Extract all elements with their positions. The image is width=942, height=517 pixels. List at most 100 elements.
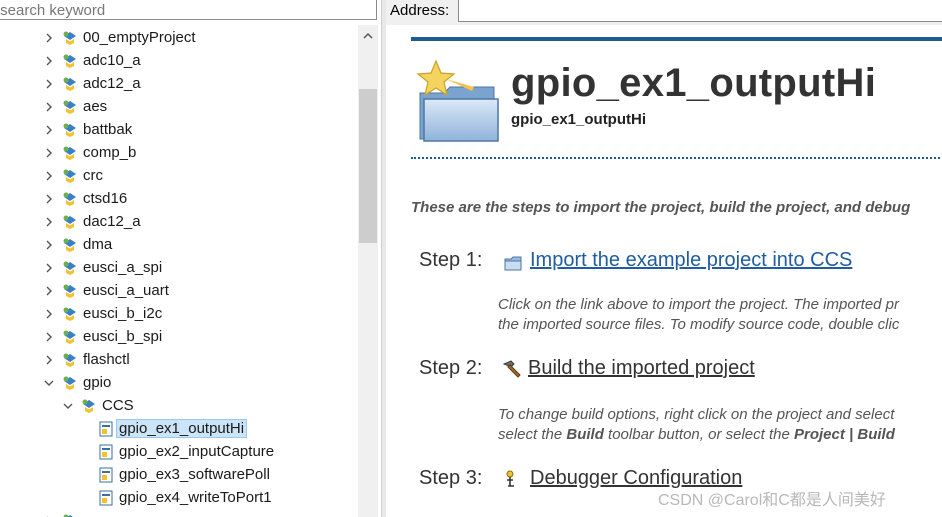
tree-item-label: gpio_ex4_writeToPort1	[119, 489, 272, 506]
tree-item-adc12-a[interactable]: adc12_a	[42, 72, 141, 95]
tree-item-aes[interactable]: aes	[42, 95, 107, 118]
search-input[interactable]	[0, 0, 380, 21]
project-icon	[63, 77, 76, 91]
search-box[interactable]	[0, 0, 380, 21]
tree-item-label: comp_b	[83, 144, 137, 161]
tree-item-label: eusci_b_i2c	[83, 305, 163, 322]
tree-item-dac12-a[interactable]: dac12_a	[42, 210, 141, 233]
chevron-right-icon[interactable]	[42, 123, 56, 137]
tree-item-label: eusci_a_spi	[83, 259, 163, 276]
chevron-right-icon[interactable]	[42, 100, 56, 114]
tree-item-comp-b[interactable]: comp_b	[42, 141, 136, 164]
tree-item-label: crc	[83, 167, 103, 184]
tree-item-partial[interactable]	[42, 509, 83, 517]
chevron-right-icon[interactable]	[42, 169, 56, 183]
tree-item-flashctl[interactable]: flashctl	[42, 348, 130, 371]
step-1-desc-line-1: Click on the link above to import the pr…	[498, 296, 900, 313]
tree-scrollbar[interactable]	[358, 25, 378, 517]
project-icon	[63, 238, 76, 252]
debugger-icon	[506, 470, 514, 487]
tree-item-eusci-b-spi[interactable]: eusci_b_spi	[42, 325, 162, 348]
project-icon	[63, 330, 76, 344]
tree-item-label: dac12_a	[83, 213, 141, 230]
step-3-label: Step 3:	[419, 467, 483, 489]
project-icon	[63, 514, 74, 517]
chevron-right-icon[interactable]	[42, 77, 56, 91]
address-label: Address:	[390, 2, 450, 19]
chevron-right-icon[interactable]	[42, 192, 56, 206]
project-icon	[63, 169, 76, 183]
tree-item-label: battbak	[83, 121, 133, 138]
chevron-right-icon[interactable]	[42, 514, 56, 517]
tree-item-00-emptyproject[interactable]: 00_emptyProject	[42, 26, 196, 49]
tree-item-label: adc10_a	[83, 52, 141, 69]
intro-text: These are the steps to import the projec…	[411, 199, 911, 216]
tree-file-gpio-ex4[interactable]: gpio_ex4_writeToPort1	[99, 486, 272, 509]
import-project-icon	[504, 256, 522, 271]
chevron-down-icon[interactable]	[61, 399, 75, 413]
project-icon	[63, 284, 76, 298]
scrollbar-thumb[interactable]	[359, 89, 377, 243]
import-project-link[interactable]: Import the example project into CCS	[530, 249, 852, 272]
chevron-down-icon[interactable]	[42, 376, 56, 390]
chevron-right-icon[interactable]	[42, 353, 56, 367]
chevron-right-icon[interactable]	[42, 261, 56, 275]
project-icon	[63, 31, 76, 45]
project-explorer-pane: 00_emptyProject adc10_a adc12_a aes batt…	[0, 0, 381, 517]
chevron-right-icon[interactable]	[42, 307, 56, 321]
project-icon	[63, 146, 76, 160]
project-icon	[63, 100, 76, 114]
chevron-right-icon[interactable]	[42, 31, 56, 45]
tree-item-label: eusci_a_uart	[83, 282, 169, 299]
example-file-icon	[99, 467, 113, 482]
tree-file-gpio-ex3[interactable]: gpio_ex3_softwarePoll	[99, 463, 270, 486]
tree-file-gpio-ex1[interactable]: gpio_ex1_outputHi	[99, 417, 248, 440]
page-title: gpio_ex1_outputHi	[511, 61, 877, 105]
chevron-right-icon[interactable]	[42, 330, 56, 344]
example-folder-star-icon	[416, 59, 499, 142]
tree-item-adc10-a[interactable]: adc10_a	[42, 49, 141, 72]
tree-item-label: dma	[83, 236, 113, 253]
project-icon	[63, 376, 76, 390]
project-icon	[63, 215, 76, 229]
tree-item-label: eusci_b_spi	[83, 328, 163, 345]
example-file-icon	[99, 444, 113, 459]
step-2-desc-line-2: select the Build toolbar button, or sele…	[498, 426, 895, 443]
tree-item-eusci-b-i2c[interactable]: eusci_b_i2c	[42, 302, 162, 325]
step-2-desc-line-1: To change build options, right click on …	[498, 406, 895, 423]
chevron-right-icon[interactable]	[42, 215, 56, 229]
address-bar: Address:	[386, 0, 942, 25]
step-1-desc-line-2: the imported source files. To modify sou…	[498, 316, 900, 333]
tree-item-battbak[interactable]: battbak	[42, 118, 132, 141]
tree-item-gpio[interactable]: gpio	[42, 371, 111, 394]
scroll-up-arrow-icon[interactable]	[358, 25, 378, 45]
tree-item-eusci-a-uart[interactable]: eusci_a_uart	[42, 279, 169, 302]
chevron-right-icon[interactable]	[42, 284, 56, 298]
tree-item-ctsd16[interactable]: ctsd16	[42, 187, 127, 210]
tree-item-label: ctsd16	[83, 190, 128, 207]
project-icon	[63, 192, 76, 206]
chevron-right-icon[interactable]	[42, 54, 56, 68]
chevron-right-icon[interactable]	[42, 146, 56, 160]
address-input[interactable]	[458, 0, 942, 22]
chevron-right-icon[interactable]	[42, 238, 56, 252]
build-project-link[interactable]: Build the imported project	[528, 357, 755, 380]
step-1-label: Step 1:	[419, 249, 483, 271]
tree-item-label: gpio_ex3_softwarePoll	[119, 466, 270, 483]
tree-item-ccs[interactable]: CCS	[61, 394, 134, 417]
tree-item-eusci-a-spi[interactable]: eusci_a_spi	[42, 256, 162, 279]
project-icon	[63, 123, 76, 137]
tree-item-crc[interactable]: crc	[42, 164, 103, 187]
browser-pane: Address: gpio_ex1_outputHi gpio_ex1_outp…	[386, 0, 942, 517]
page-subtitle: gpio_ex1_outputHi	[511, 111, 647, 128]
tree-file-gpio-ex2[interactable]: gpio_ex2_inputCapture	[99, 440, 274, 463]
project-icon	[63, 353, 76, 367]
tree-item-dma[interactable]: dma	[42, 233, 112, 256]
example-file-icon	[99, 421, 113, 436]
tree-item-label: 00_emptyProject	[83, 29, 196, 46]
tree-item-label: gpio_ex1_outputHi	[116, 419, 248, 438]
project-icon	[63, 54, 76, 68]
project-icon	[63, 261, 76, 275]
tree-item-label: CCS	[102, 397, 134, 414]
dotted-divider	[411, 157, 942, 159]
